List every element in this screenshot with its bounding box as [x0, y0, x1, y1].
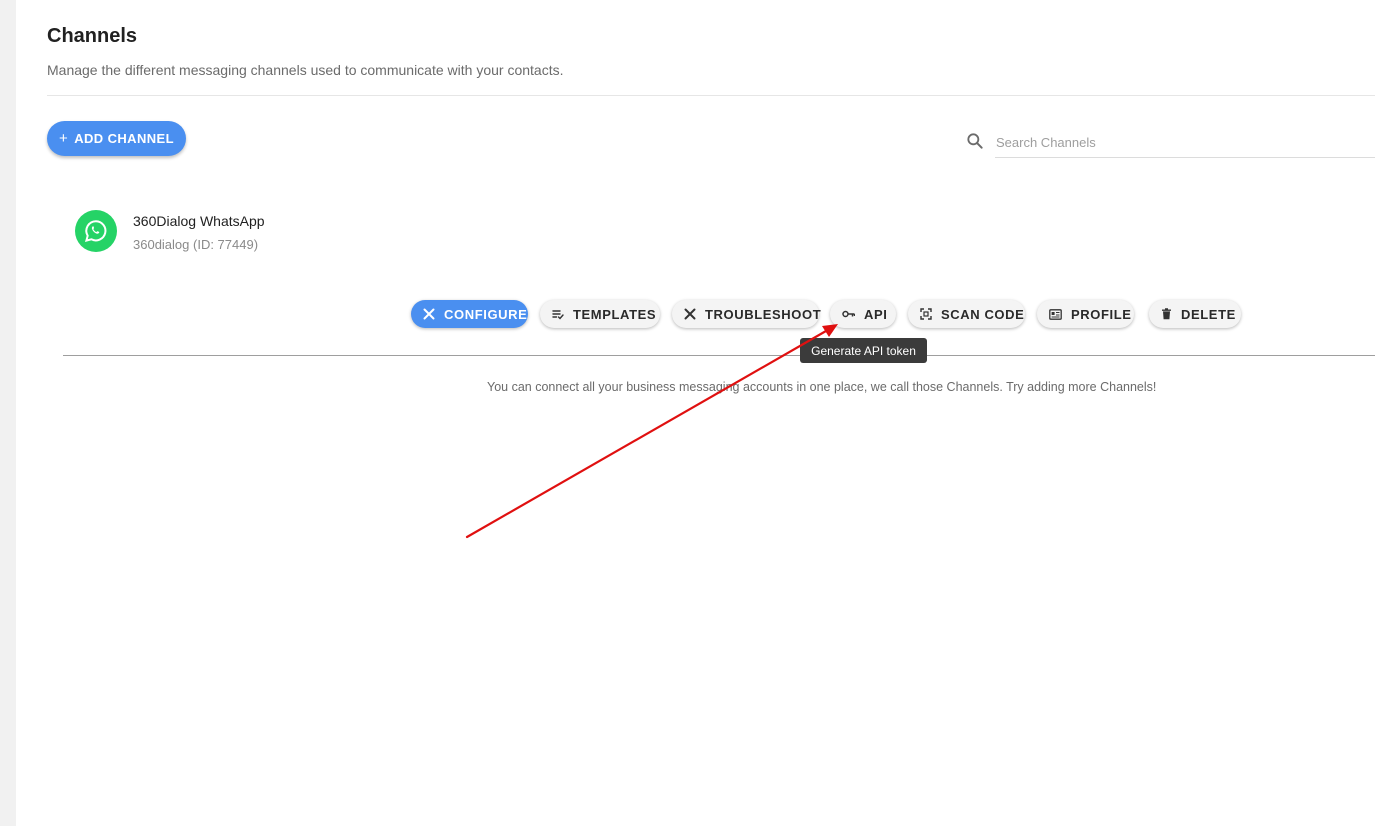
- configure-label: CONFIGURE: [444, 306, 528, 322]
- whatsapp-icon: [84, 220, 107, 242]
- api-label: API: [864, 306, 888, 322]
- api-button[interactable]: API: [830, 300, 896, 328]
- channel-name: 360Dialog WhatsApp: [133, 213, 265, 229]
- profile-label: PROFILE: [1071, 306, 1132, 322]
- header-divider: [47, 95, 1375, 96]
- annotation-arrow: [465, 324, 838, 539]
- id-card-icon: [1049, 308, 1062, 320]
- tools-icon: [423, 308, 435, 320]
- search-input[interactable]: [995, 128, 1375, 156]
- scan-code-button[interactable]: SCAN CODE: [908, 300, 1025, 328]
- add-channel-label: ADD CHANNEL: [74, 131, 174, 146]
- troubleshoot-label: TROUBLESHOOT: [705, 306, 822, 322]
- channel-avatar: [75, 210, 117, 252]
- templates-label: TEMPLATES: [573, 306, 657, 322]
- wrench-icon: [684, 308, 696, 320]
- empty-state-message: You can connect all your business messag…: [487, 380, 1157, 394]
- search-field: [995, 128, 1375, 158]
- configure-button[interactable]: CONFIGURE: [411, 300, 528, 328]
- left-rail: [0, 0, 16, 826]
- search-icon: [967, 133, 983, 149]
- profile-button[interactable]: PROFILE: [1037, 300, 1134, 328]
- list-check-icon: [552, 310, 564, 320]
- qr-scan-icon: [920, 308, 932, 320]
- scan-code-label: SCAN CODE: [941, 306, 1025, 322]
- trash-icon: [1162, 308, 1171, 320]
- key-icon: [842, 310, 855, 318]
- add-channel-button[interactable]: + ADD CHANNEL: [47, 121, 186, 156]
- troubleshoot-button[interactable]: TROUBLESHOOT: [672, 300, 822, 328]
- channel-card-divider: [63, 355, 1375, 356]
- api-tooltip: Generate API token: [800, 338, 927, 363]
- delete-label: DELETE: [1181, 306, 1236, 322]
- page-title: Channels: [47, 25, 138, 47]
- page-subtitle: Manage the different messaging channels …: [47, 62, 564, 78]
- templates-button[interactable]: TEMPLATES: [540, 300, 660, 328]
- delete-button[interactable]: DELETE: [1149, 300, 1241, 328]
- channel-provider-id: 360dialog (ID: 77449): [133, 237, 259, 252]
- plus-icon: +: [59, 130, 69, 147]
